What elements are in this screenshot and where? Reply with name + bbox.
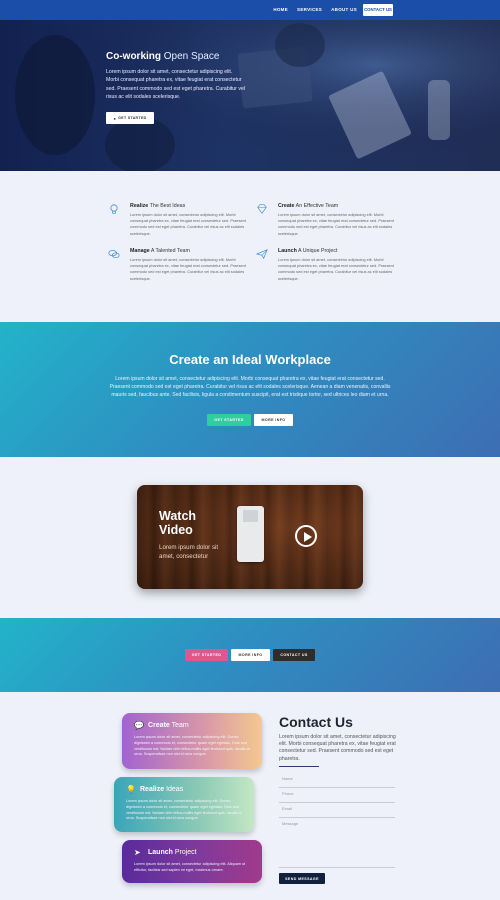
send-message-button[interactable]: SEND MESSAGE bbox=[279, 873, 325, 884]
hero-title-bold: Co-working bbox=[106, 51, 161, 62]
feature-title: Realize The Best Ideas bbox=[130, 203, 186, 209]
paper-plane-icon: ➤ bbox=[134, 848, 141, 857]
info-icon: ● bbox=[113, 115, 117, 121]
hero-title-light: Open Space bbox=[161, 51, 220, 62]
feature-text: Lorem ipsum dolor sit amet, consectetur … bbox=[130, 257, 246, 281]
cta-section: Create an Ideal Workplace Lorem ipsum do… bbox=[0, 322, 500, 457]
play-icon[interactable] bbox=[295, 525, 317, 547]
hero-title: Co-working Open Space bbox=[106, 51, 219, 62]
card-title: Realize Ideas bbox=[140, 786, 184, 793]
contact-section: 💬 Create Team Lorem ipsum dolor sit amet… bbox=[0, 692, 500, 900]
diamond-icon bbox=[257, 204, 267, 214]
card-create-team: 💬 Create Team Lorem ipsum dolor sit amet… bbox=[122, 713, 262, 769]
cta-more-info-button[interactable]: MORE INFO bbox=[254, 414, 293, 426]
card-text: Lorem ipsum dolor sit amet, consectetur … bbox=[126, 799, 242, 821]
hero-section: Co-working Open Space Lorem ipsum dolor … bbox=[0, 20, 500, 171]
phone-field[interactable]: Phone bbox=[279, 791, 395, 803]
name-field[interactable]: Name bbox=[279, 776, 395, 788]
cta2-get-started-button[interactable]: GET STARTED bbox=[185, 649, 228, 661]
video-subtitle: Lorem ipsum dolor sit amet, consectetur bbox=[159, 544, 219, 560]
hero-get-started-button[interactable]: ● GET STARTED bbox=[106, 112, 154, 124]
card-title: Create Team bbox=[148, 722, 189, 729]
feature-title: Manage A Talented Team bbox=[130, 248, 190, 254]
cta2-buttons: GET STARTED MORE INFO CONTACT US bbox=[0, 649, 500, 661]
cta-text: Lorem ipsum dolor sit amet, consectetur … bbox=[109, 376, 391, 398]
cta2-contact-button[interactable]: CONTACT US bbox=[273, 649, 315, 661]
nav-links: HOME SERVICES ABOUT US bbox=[273, 4, 357, 16]
phone-image bbox=[237, 506, 264, 562]
video-title: Watch Video bbox=[159, 509, 197, 537]
top-navbar: HOME SERVICES ABOUT US CONTACT US bbox=[0, 0, 500, 20]
nav-link-about[interactable]: ABOUT US bbox=[331, 4, 357, 16]
chat-bubbles-icon: 💬 bbox=[134, 721, 144, 730]
contact-text: Lorem ipsum dolor sit amet, consectetur … bbox=[279, 734, 396, 762]
card-launch-project: ➤ Launch Project Lorem ipsum dolor sit a… bbox=[122, 840, 262, 883]
cta-title: Create an Ideal Workplace bbox=[169, 352, 331, 367]
paper-plane-icon bbox=[256, 249, 268, 260]
feature-title: Launch A Unique Project bbox=[278, 248, 338, 254]
feature-text: Lorem ipsum dolor sit amet, consectetur … bbox=[278, 257, 394, 281]
video-card[interactable]: Watch Video Lorem ipsum dolor sit amet, … bbox=[137, 485, 363, 589]
chat-bubbles-icon bbox=[108, 250, 120, 259]
card-title: Launch Project bbox=[148, 849, 197, 856]
hero-description: Lorem ipsum dolor sit amet, consectetur … bbox=[106, 69, 245, 100]
lightbulb-icon: 💡 bbox=[126, 785, 136, 794]
nav-link-services[interactable]: SERVICES bbox=[297, 4, 322, 16]
feature-text: Lorem ipsum dolor sit amet, consectetur … bbox=[130, 212, 246, 236]
feature-title: Create An Effective Team bbox=[278, 203, 339, 209]
card-text: Lorem ipsum dolor sit amet, consectetur … bbox=[134, 862, 246, 872]
nav-contact-button[interactable]: CONTACT US bbox=[363, 4, 393, 16]
card-realize-ideas: 💡 Realize Ideas Lorem ipsum dolor sit am… bbox=[114, 777, 254, 832]
contact-title: Contact Us bbox=[279, 714, 353, 730]
message-field[interactable]: Message bbox=[279, 821, 395, 868]
email-field[interactable]: Email bbox=[279, 806, 395, 818]
features-section: Realize The Best Ideas Lorem ipsum dolor… bbox=[0, 171, 500, 322]
contact-divider bbox=[279, 766, 319, 767]
cta2-section: GET STARTED MORE INFO CONTACT US bbox=[0, 618, 500, 692]
card-text: Lorem ipsum dolor sit amet, consectetur … bbox=[134, 735, 250, 757]
cta-buttons: GET STARTED MORE INFO bbox=[0, 414, 500, 426]
cta-get-started-button[interactable]: GET STARTED bbox=[207, 414, 251, 426]
lightbulb-icon bbox=[110, 204, 118, 214]
cta2-more-info-button[interactable]: MORE INFO bbox=[231, 649, 270, 661]
phone-camera bbox=[243, 510, 258, 522]
hero-background-image bbox=[0, 20, 500, 171]
feature-text: Lorem ipsum dolor sit amet, consectetur … bbox=[278, 212, 394, 236]
nav-link-home[interactable]: HOME bbox=[273, 4, 288, 16]
video-section: Watch Video Lorem ipsum dolor sit amet, … bbox=[0, 457, 500, 618]
hero-button-label: GET STARTED bbox=[118, 116, 147, 120]
